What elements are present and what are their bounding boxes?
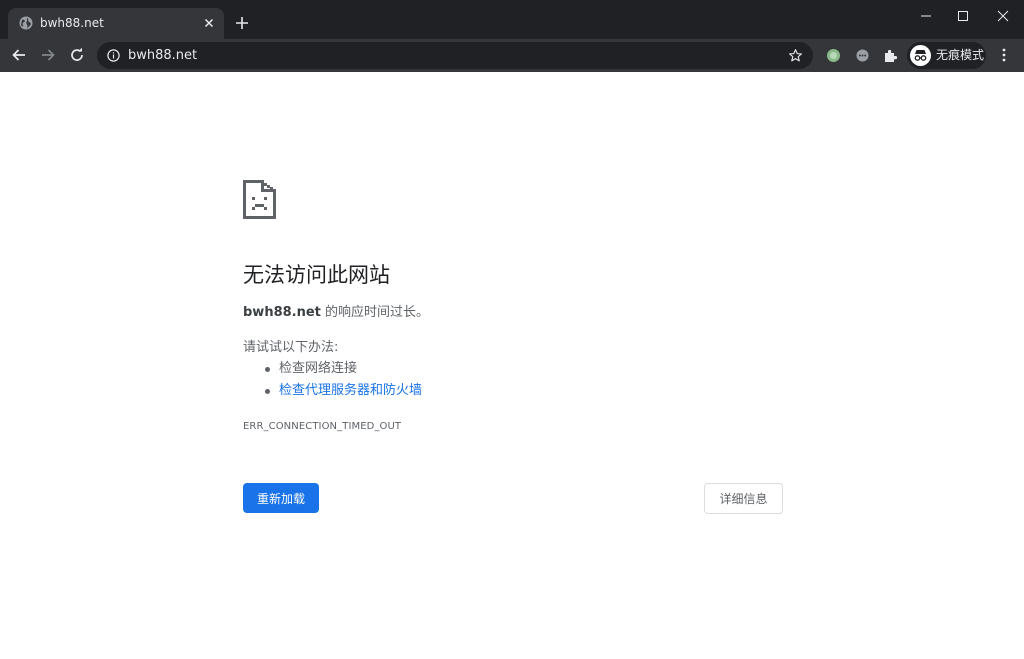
maximize-icon[interactable] <box>955 8 971 24</box>
incognito-label: 无痕模式 <box>936 48 985 62</box>
tab-strip: bwh88.net <box>0 0 1024 39</box>
address-bar-url: bwh88.net <box>128 48 198 63</box>
error-page: 无法访问此网站 bwh88.net 的响应时间过长。 请试试以下办法: 检查网络… <box>0 72 1024 659</box>
reload-button[interactable]: 重新加载 <box>243 483 319 513</box>
tab-title: bwh88.net <box>40 16 104 30</box>
list-item: 检查代理服务器和防火墙 <box>263 382 422 404</box>
close-icon[interactable] <box>202 16 216 30</box>
star-bookmark-icon[interactable] <box>788 48 803 63</box>
address-bar[interactable]: bwh88.net <box>97 42 813 69</box>
error-code: ERR_CONNECTION_TIMED_OUT <box>243 421 402 432</box>
window-close-icon[interactable] <box>995 8 1011 24</box>
new-tab-plus-icon[interactable] <box>234 15 250 31</box>
sad-document-icon <box>243 180 276 219</box>
forward-arrow-icon[interactable] <box>40 47 56 63</box>
info-icon[interactable] <box>107 49 120 62</box>
extension-circle-icon[interactable] <box>825 47 842 64</box>
error-summary: bwh88.net 的响应时间过长。 <box>243 304 429 322</box>
globe-icon <box>19 16 33 30</box>
page-title: 无法访问此网站 <box>243 263 390 287</box>
extension-dots-icon[interactable] <box>854 47 871 64</box>
puzzle-extensions-icon[interactable] <box>882 47 899 64</box>
suggestions-intro: 请试试以下办法: <box>243 340 339 355</box>
browser-toolbar: bwh88.net 1 无痕模式 <box>0 39 1024 106</box>
details-button[interactable]: 详细信息 <box>704 483 783 514</box>
error-message: 的响应时间过长。 <box>320 305 430 320</box>
incognito-profile-button[interactable]: 无痕模式 <box>907 42 986 69</box>
more-vert-icon[interactable] <box>996 47 1012 63</box>
list-item: 检查网络连接 <box>263 360 422 382</box>
incognito-icon <box>910 45 931 66</box>
browser-tab[interactable]: bwh88.net <box>8 8 224 39</box>
error-host: bwh88.net <box>243 305 321 320</box>
suggestion-check-proxy-link[interactable]: 检查代理服务器和防火墙 <box>279 383 422 398</box>
reload-icon[interactable] <box>69 47 85 63</box>
back-arrow-icon[interactable] <box>11 47 27 63</box>
suggestions-list: 检查网络连接 检查代理服务器和防火墙 <box>263 360 422 404</box>
minimize-icon[interactable] <box>918 8 934 24</box>
suggestion-check-network: 检查网络连接 <box>279 361 358 376</box>
